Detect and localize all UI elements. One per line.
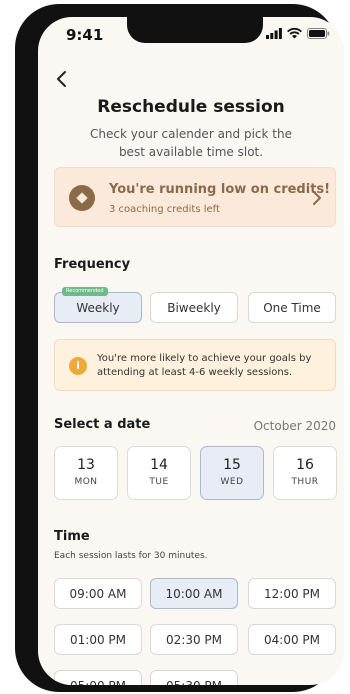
app-screen: 9:41 Reschedule session Check your calen… [38,17,344,685]
time-slot-0500[interactable]: 05:00 PM [54,670,142,685]
date-weekday: MON [74,477,98,487]
time-slot-0100[interactable]: 01:00 PM [54,624,142,655]
time-slot-0400[interactable]: 04:00 PM [248,624,336,655]
credits-subtitle: 3 coaching credits left [109,204,220,215]
date-number: 13 [77,457,95,473]
goal-info-banner: i You're more likely to achieve your goa… [54,339,336,391]
page-subtitle: Check your calender and pick the best av… [90,127,292,159]
time-slot-0900[interactable]: 09:00 AM [54,578,142,609]
time-heading: Time [54,529,90,544]
date-option-mon[interactable]: 13 MON [54,446,118,500]
status-time: 9:41 [66,26,104,44]
date-number: 14 [150,457,168,473]
battery-icon [307,28,330,39]
device-notch [127,17,263,43]
date-weekday: THUR [291,477,319,487]
date-option-tue[interactable]: 14 TUE [127,446,191,500]
time-slot-0230[interactable]: 02:30 PM [150,624,238,655]
frequency-biweekly-button[interactable]: Biweekly [150,292,238,323]
session-duration-note: Each session lasts for 30 minutes. [54,551,208,561]
date-weekday: TUE [149,477,169,487]
chevron-left-icon [57,71,66,87]
month-label: October 2020 [253,419,336,433]
back-button[interactable] [52,69,72,89]
info-icon: i [69,357,87,375]
date-option-wed[interactable]: 15 WED [200,446,264,500]
frequency-onetime-button[interactable]: One Time [248,292,336,323]
page-title: Reschedule session [97,97,285,117]
time-slot-0530[interactable]: 05:30 PM [150,670,238,685]
frequency-weekly-button[interactable]: Weekly [54,292,142,323]
low-credits-banner[interactable]: You're running low on credits! 3 coachin… [54,167,336,227]
phone-frame: 9:41 Reschedule session Check your calen… [15,4,344,692]
date-number: 15 [223,457,241,473]
frequency-heading: Frequency [54,257,131,272]
date-weekday: WED [220,477,244,487]
time-slot-1200[interactable]: 12:00 PM [248,578,336,609]
credit-diamond-icon [69,185,95,211]
goal-info-text: You're more likely to achieve your goals… [97,353,312,378]
signal-icon [266,28,282,39]
time-slot-1000[interactable]: 10:00 AM [150,578,238,609]
select-date-heading: Select a date [54,417,151,432]
chevron-right-icon [313,191,321,205]
credits-title: You're running low on credits! [109,182,331,197]
recommended-badge: Recommended [62,287,108,296]
status-icons [266,28,330,39]
date-option-thur[interactable]: 16 THUR [273,446,337,500]
date-number: 16 [296,457,314,473]
wifi-icon [287,28,302,39]
